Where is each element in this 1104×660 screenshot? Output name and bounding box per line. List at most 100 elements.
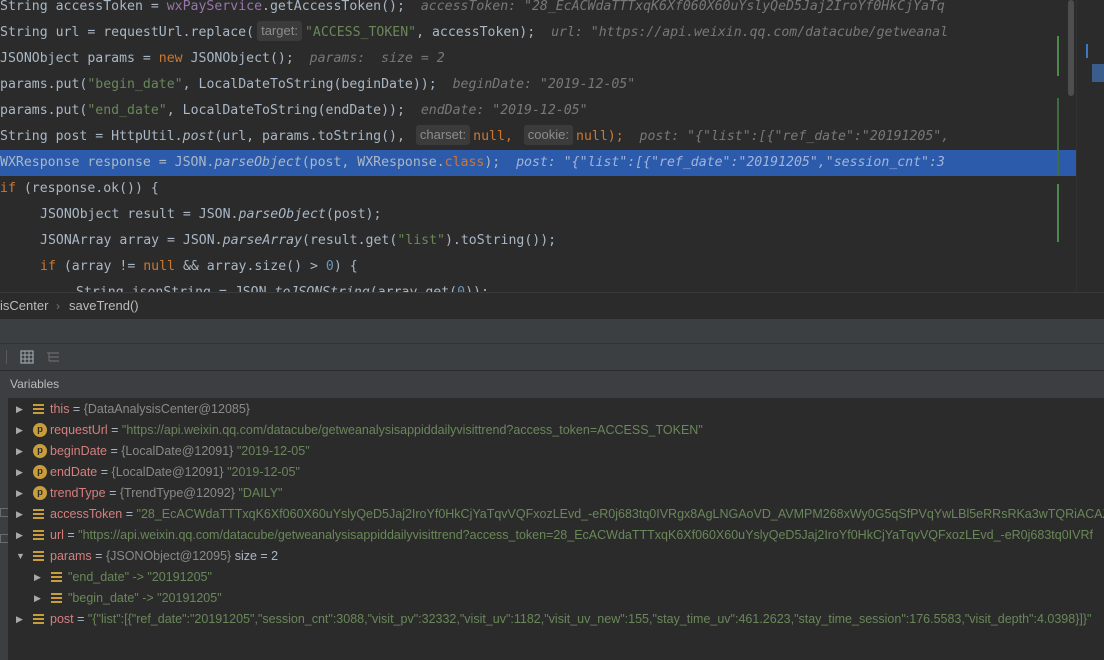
stripe-marker[interactable]	[1086, 44, 1088, 58]
expand-arrow-icon[interactable]: ▶	[16, 441, 26, 462]
variable-name: beginDate	[50, 444, 107, 458]
field-icon	[33, 614, 44, 624]
field-icon	[33, 551, 44, 561]
debug-tool-window-header	[0, 319, 1104, 344]
variable-type: {LocalDate@12091}	[111, 465, 228, 479]
variable-row[interactable]: ▶ url = "https://api.weixin.qq.com/datacu…	[8, 525, 1104, 546]
expand-arrow-icon[interactable]: ▶	[34, 567, 44, 588]
variable-row[interactable]: ▼ params = {JSONObject@12095} size = 2	[8, 546, 1104, 567]
variable-name: requestUrl	[50, 423, 108, 437]
code-line[interactable]: params.put("begin_date", LocalDateToStri…	[0, 72, 1076, 98]
stripe-marker[interactable]	[1092, 64, 1104, 82]
variable-text: beginDate = {LocalDate@12091} "2019-12-0…	[50, 444, 310, 458]
inline-value-hint: endDate: "2019-12-05"	[420, 103, 588, 118]
editor-scrollbar[interactable]	[1068, 0, 1074, 96]
variable-text: accessToken = "28_EcACWdaTTTxqK6Xf060X60…	[50, 504, 1104, 525]
variable-text: post = "{"list":[{"ref_date":"20191205",…	[50, 612, 1092, 626]
variable-text: url = "https://api.weixin.qq.com/datacub…	[50, 528, 1093, 542]
null-literal: null,	[473, 129, 513, 144]
variable-value: "DAILY"	[238, 486, 283, 500]
parameter-icon: p	[33, 465, 47, 479]
field-icon	[33, 404, 44, 414]
variable-value: "https://api.weixin.qq.com/datacube/getw…	[78, 528, 1093, 542]
variable-row[interactable]: ▶ this = {DataAnalysisCenter@12085}	[8, 399, 1104, 420]
variable-name: post	[50, 612, 74, 626]
inline-value-hint: beginDate: "2019-12-05"	[452, 77, 636, 92]
variable-type: {TrendType@12092}	[119, 486, 239, 500]
variable-text: "begin_date" -> "20191205"	[68, 588, 222, 609]
inline-value-hint: url: "https://api.weixin.qq.com/datacube…	[551, 25, 949, 40]
variable-child-row[interactable]: ▶ "end_date" -> "20191205"	[8, 567, 1104, 588]
variable-name: trendType	[50, 486, 106, 500]
variable-row[interactable]: ▶ p trendType = {TrendType@12092} "DAILY"	[8, 483, 1104, 504]
variable-text: endDate = {LocalDate@12091} "2019-12-05"	[50, 465, 300, 479]
variable-row[interactable]: ▶ p endDate = {LocalDate@12091} "2019-12-0…	[8, 462, 1104, 483]
error-stripe	[1076, 0, 1104, 292]
string-literal: "ACCESS_TOKEN"	[304, 25, 417, 40]
code-editor[interactable]: String accessToken = wxPayService.getAcc…	[0, 0, 1104, 292]
expand-arrow-icon[interactable]: ▶	[16, 504, 26, 525]
code-line[interactable]: String accessToken = wxPayService.getAcc…	[0, 0, 1076, 20]
expand-arrow-icon[interactable]: ▶	[16, 399, 26, 420]
variable-text: "end_date" -> "20191205"	[68, 567, 212, 588]
field-icon	[33, 509, 44, 519]
inline-value-hint: post: "{"list":[{"ref_date":"20191205","…	[516, 155, 945, 170]
variable-value: "28_EcACWdaTTTxqK6Xf060X60uYslyQeD5Jaj2I…	[136, 507, 1104, 521]
change-marker	[1057, 184, 1059, 242]
inline-value-hint: accessToken: "28_EcACWdaTTTxqK6Xf060X60u…	[420, 0, 945, 14]
code-line[interactable]: String url = requestUrl.replace(target: "…	[0, 20, 1076, 46]
variable-name: "end_date" -> "20191205"	[68, 570, 212, 584]
expand-arrow-icon[interactable]: ▶	[16, 525, 26, 546]
variable-value: "2019-12-05"	[227, 465, 300, 479]
debug-toolbar	[0, 344, 1104, 371]
code-line[interactable]: String post = HttpUtil.post(url, params.…	[0, 124, 1076, 150]
field-icon	[51, 572, 62, 582]
breadcrumb-separator: ›	[56, 299, 60, 313]
variable-value: "https://api.weixin.qq.com/datacube/getw…	[121, 423, 703, 437]
expand-arrow-icon[interactable]: ▶	[16, 462, 26, 483]
variables-title: Variables	[10, 377, 60, 391]
null-literal: null);	[576, 129, 624, 144]
code-line[interactable]: JSONArray array = JSON.parseArray(result…	[0, 228, 1104, 254]
expand-arrow-icon[interactable]: ▶	[34, 588, 44, 609]
variable-name: "begin_date" -> "20191205"	[68, 591, 222, 605]
threads-icon[interactable]	[46, 350, 60, 364]
inline-value-hint: post: "{"list":[{"ref_date":"20191205",	[639, 129, 950, 144]
variable-child-row[interactable]: ▶ "begin_date" -> "20191205"	[8, 588, 1104, 609]
variable-name: this	[50, 402, 70, 416]
param-hint-charset: charset:	[415, 125, 471, 145]
param-hint-target: target:	[257, 21, 302, 41]
variable-text: this = {DataAnalysisCenter@12085}	[50, 402, 250, 416]
breadcrumb-class[interactable]: isCenter	[0, 293, 48, 319]
param-hint-cookie: cookie:	[523, 125, 573, 145]
code-line[interactable]: String jsonString = JSON.toJSONString(ar…	[0, 280, 1104, 292]
change-marker	[1057, 98, 1059, 176]
variable-row[interactable]: ▶ post = "{"list":[{"ref_date":"20191205"…	[8, 609, 1104, 630]
current-execution-line[interactable]: WXResponse response = JSON.parseObject(p…	[0, 150, 1076, 176]
variable-row[interactable]: ▶ p requestUrl = "https://api.weixin.qq.co…	[8, 420, 1104, 441]
expand-arrow-icon[interactable]: ▶	[16, 483, 26, 504]
variables-header: Variables	[0, 371, 1104, 399]
expand-arrow-icon[interactable]: ▶	[16, 609, 26, 630]
variable-row[interactable]: ▶ p beginDate = {LocalDate@12091} "2019-12…	[8, 441, 1104, 462]
code-line[interactable]: params.put("end_date", LocalDateToString…	[0, 98, 1076, 124]
variable-text: requestUrl = "https://api.weixin.qq.com/…	[50, 423, 703, 437]
variable-name: accessToken	[50, 507, 123, 521]
variable-name: url	[50, 528, 64, 542]
change-marker	[1057, 36, 1059, 76]
variable-type: {LocalDate@12091}	[121, 444, 237, 458]
variables-tree[interactable]: ▶ this = {DataAnalysisCenter@12085} ▶ p req…	[8, 398, 1104, 660]
table-icon[interactable]	[20, 350, 34, 364]
variable-type: {JSONObject@12095}	[105, 549, 235, 563]
code-line[interactable]: if (array != null && array.size() > 0) {	[0, 254, 1104, 280]
code-line[interactable]: JSONObject params = new JSONObject(); pa…	[0, 46, 1076, 72]
code-line[interactable]: JSONObject result = JSON.parseObject(pos…	[0, 202, 1104, 228]
variable-row[interactable]: ▶ accessToken = "28_EcACWdaTTTxqK6Xf060X6…	[8, 504, 1104, 525]
breadcrumb-method[interactable]: saveTrend()	[69, 293, 139, 319]
code-line[interactable]: if (response.ok()) {	[0, 176, 1076, 202]
variable-value: "{"list":[{"ref_date":"20191205","sessio…	[87, 612, 1092, 626]
expand-arrow-icon[interactable]: ▶	[16, 420, 26, 441]
collapse-arrow-icon[interactable]: ▼	[16, 546, 26, 567]
breadcrumb: isCenter › saveTrend()	[0, 292, 1104, 319]
variable-name: endDate	[50, 465, 98, 479]
